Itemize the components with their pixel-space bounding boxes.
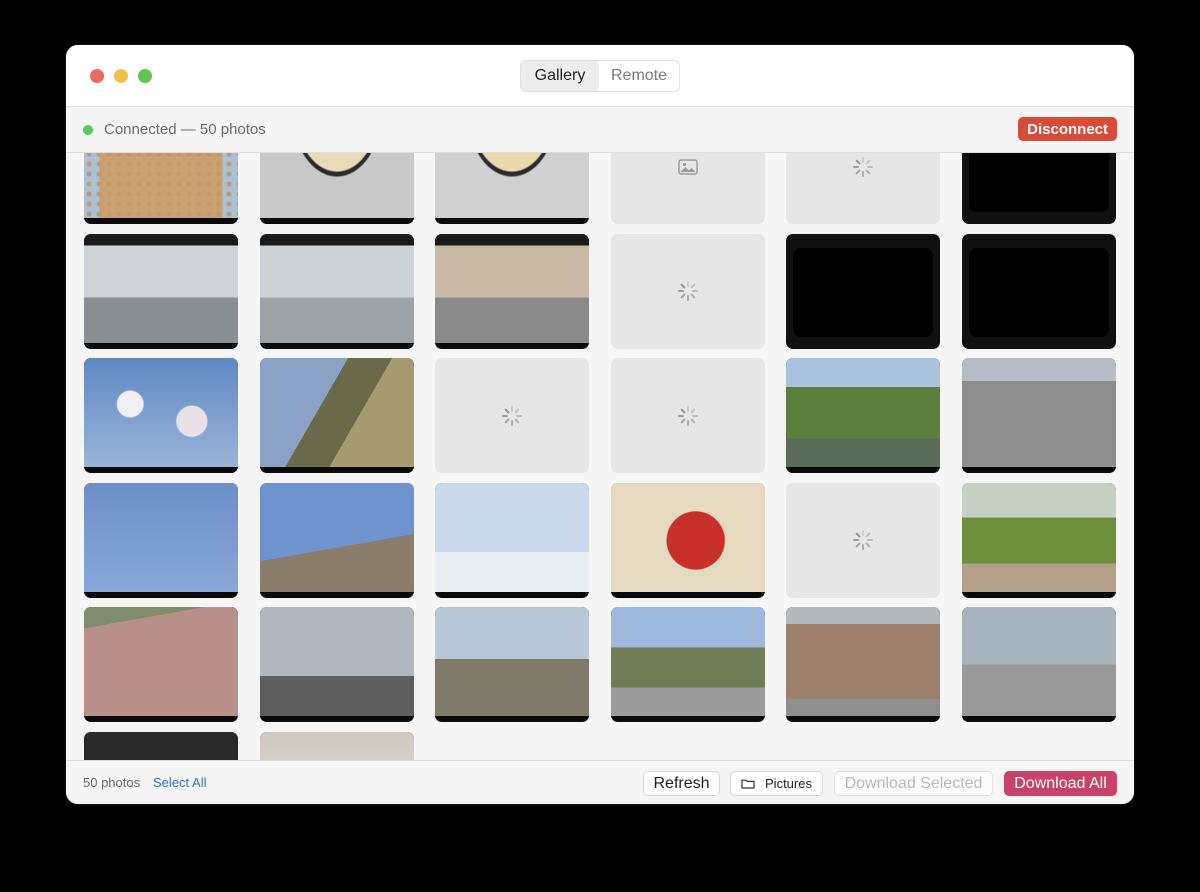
photo-mall-interior [84,233,238,349]
photo-street-cyclist-tile[interactable] [961,607,1116,723]
photo-blossom-branches-tile[interactable] [84,358,238,474]
footer-bar: 50 photos Select All Refresh Pictures Do… [66,760,1134,804]
image-placeholder-icon [678,158,698,175]
connected-status-dot [83,125,93,135]
loading-photo-tile[interactable] [610,233,765,349]
folder-icon [741,779,755,789]
photo-wire-basket-tile[interactable] [259,153,414,224]
disconnect-button[interactable]: Disconnect [1018,117,1117,141]
photo-street-cyclist [961,607,1116,723]
blank-photo-tile[interactable] [961,233,1116,349]
photo-parking-lot-tile[interactable] [961,358,1116,474]
photo-old-building [786,607,941,723]
photo-mall-interior-tile[interactable] [84,233,238,349]
photo-storefront-tile[interactable] [84,731,238,760]
photo-wire-basket [259,153,414,224]
view-switcher: Gallery Remote [520,60,680,92]
minimize-window-button[interactable] [114,69,128,83]
titlebar: Gallery Remote [66,45,1134,107]
photo-storefront [84,731,238,760]
loading-spinner-icon [502,405,523,426]
photo-blossom-tree-tile[interactable] [259,358,414,474]
photo-park-trees [786,358,941,474]
photo-perforated-board-tile[interactable] [84,153,238,224]
photo-parking-lot [961,358,1116,474]
photo-sky-rooftop [259,482,414,598]
tab-gallery[interactable]: Gallery [521,61,599,91]
photo-sky-wires [84,482,238,598]
photo-count-label: 50 photos [83,775,141,790]
destination-folder-button[interactable]: Pictures [730,771,823,796]
photo-wall-emblem-tile[interactable] [610,482,765,598]
photo-grid-scroll-area[interactable] [66,153,1134,760]
photo-snowman-mural-tile[interactable] [435,482,590,598]
download-all-button[interactable]: Download All [1004,771,1117,796]
photo-wire-basket-2-tile[interactable] [435,153,590,224]
photo-street-sign [435,607,590,723]
loading-spinner-icon [677,281,698,302]
photo-apartment-block [259,607,414,723]
photo-shadow-wall [84,607,238,723]
connection-status-text: Connected — 50 photos [104,121,266,138]
photo-sky-rooftop-tile[interactable] [259,482,414,598]
photo-wire-basket-2 [435,153,590,224]
close-window-button[interactable] [90,69,104,83]
photo-blossom-tree [259,358,414,474]
photo-perforated-board [84,153,238,224]
blank-photo [793,247,934,337]
photo-wall-emblem [610,482,765,598]
app-window: Gallery Remote Connected — 50 photos Dis… [66,45,1134,804]
photo-grid [84,153,1116,760]
tab-remote[interactable]: Remote [599,61,679,91]
photo-room-interior-tile[interactable] [259,731,414,760]
blank-photo [968,153,1109,212]
photo-mall-corridor [259,233,414,349]
photo-sidewalk-trees [961,482,1116,598]
photo-sidewalk-trees-tile[interactable] [961,482,1116,598]
loading-photo-tile[interactable] [786,153,941,224]
photo-street-sign-tile[interactable] [435,607,590,723]
blank-photo-tile[interactable] [786,233,941,349]
destination-folder-label: Pictures [765,776,812,791]
photo-mall-shops-tile[interactable] [435,233,590,349]
blank-photo [968,247,1109,337]
photo-old-building-tile[interactable] [786,607,941,723]
photo-blossom-branches [84,358,238,474]
photo-shadow-wall-tile[interactable] [84,607,238,723]
loading-spinner-icon [677,405,698,426]
loading-spinner-icon [853,530,874,551]
photo-park-trees-tile[interactable] [786,358,941,474]
photo-mall-corridor-tile[interactable] [259,233,414,349]
photo-tree-lined-road [610,607,765,723]
placeholder-photo-tile[interactable] [610,153,765,224]
select-all-link[interactable]: Select All [153,775,206,790]
photo-room-interior [259,731,414,760]
photo-snowman-mural [435,482,590,598]
photo-mall-shops [435,233,590,349]
refresh-button[interactable]: Refresh [643,771,720,796]
photo-sky-wires-tile[interactable] [84,482,238,598]
loading-photo-tile[interactable] [786,482,941,598]
loading-spinner-icon [853,156,874,177]
loading-photo-tile[interactable] [610,358,765,474]
blank-photo-tile[interactable] [961,153,1116,224]
connection-status-bar: Connected — 50 photos Disconnect [66,107,1134,153]
photo-tree-lined-road-tile[interactable] [610,607,765,723]
photo-apartment-block-tile[interactable] [259,607,414,723]
loading-photo-tile[interactable] [435,358,590,474]
maximize-window-button[interactable] [138,69,152,83]
download-selected-button[interactable]: Download Selected [834,771,993,796]
